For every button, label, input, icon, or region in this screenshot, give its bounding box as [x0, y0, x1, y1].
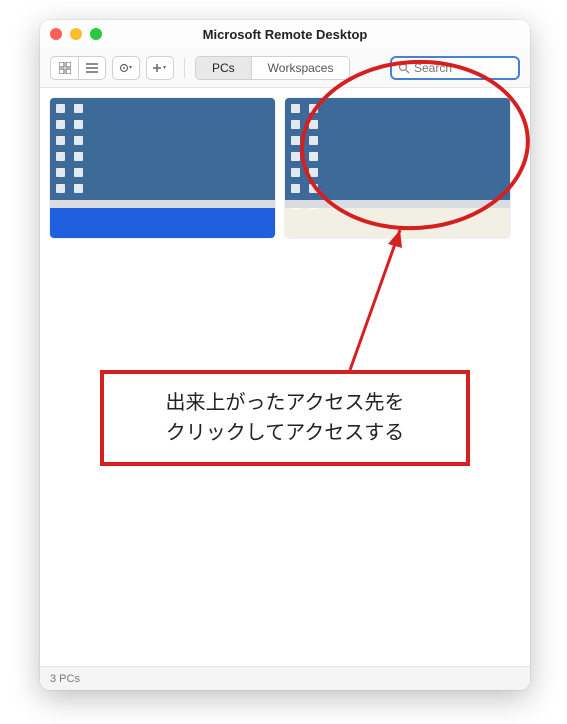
minimize-window-button[interactable]	[70, 28, 82, 40]
pc-tile-2[interactable]	[285, 98, 510, 238]
toolbar-divider	[184, 58, 185, 78]
plus-dropdown-icon	[153, 62, 167, 74]
pc-thumbnail	[285, 98, 510, 208]
pc-thumbnail	[50, 98, 275, 208]
annotation-callout: 出来上がったアクセス先を クリックしてアクセスする	[100, 370, 470, 466]
section-tabs: PCs Workspaces	[195, 56, 350, 80]
status-bar: 3 PCs	[40, 666, 530, 690]
close-window-button[interactable]	[50, 28, 62, 40]
zoom-window-button[interactable]	[90, 28, 102, 40]
desktop-taskbar	[285, 200, 510, 208]
titlebar: Microsoft Remote Desktop	[40, 20, 530, 48]
app-window: Microsoft Remote Desktop	[40, 20, 530, 690]
window-title: Microsoft Remote Desktop	[40, 27, 530, 42]
pc-label	[285, 208, 510, 238]
status-text: 3 PCs	[50, 673, 80, 685]
grid-view-button[interactable]	[50, 56, 78, 80]
view-mode-group	[50, 56, 106, 80]
gear-dropdown-icon	[119, 62, 133, 74]
desktop-icons	[56, 104, 84, 194]
desktop-icons	[291, 104, 319, 210]
search-icon	[398, 62, 410, 74]
add-dropdown-button[interactable]	[146, 56, 174, 80]
pc-label	[50, 208, 275, 238]
annotation-line1: 出来上がったアクセス先を	[124, 388, 446, 418]
grid-icon	[59, 62, 71, 74]
settings-dropdown-button[interactable]	[112, 56, 140, 80]
desktop-taskbar	[50, 200, 275, 208]
annotation-line2: クリックしてアクセスする	[124, 418, 446, 448]
toolbar: PCs Workspaces	[40, 48, 530, 88]
search-input[interactable]	[414, 61, 512, 75]
list-view-button[interactable]	[78, 56, 106, 80]
list-icon	[86, 62, 98, 74]
pc-tile-1[interactable]	[50, 98, 275, 238]
tab-pcs[interactable]: PCs	[196, 57, 251, 79]
tab-workspaces[interactable]: Workspaces	[251, 57, 350, 79]
search-field[interactable]	[390, 56, 520, 80]
window-controls	[50, 28, 102, 40]
